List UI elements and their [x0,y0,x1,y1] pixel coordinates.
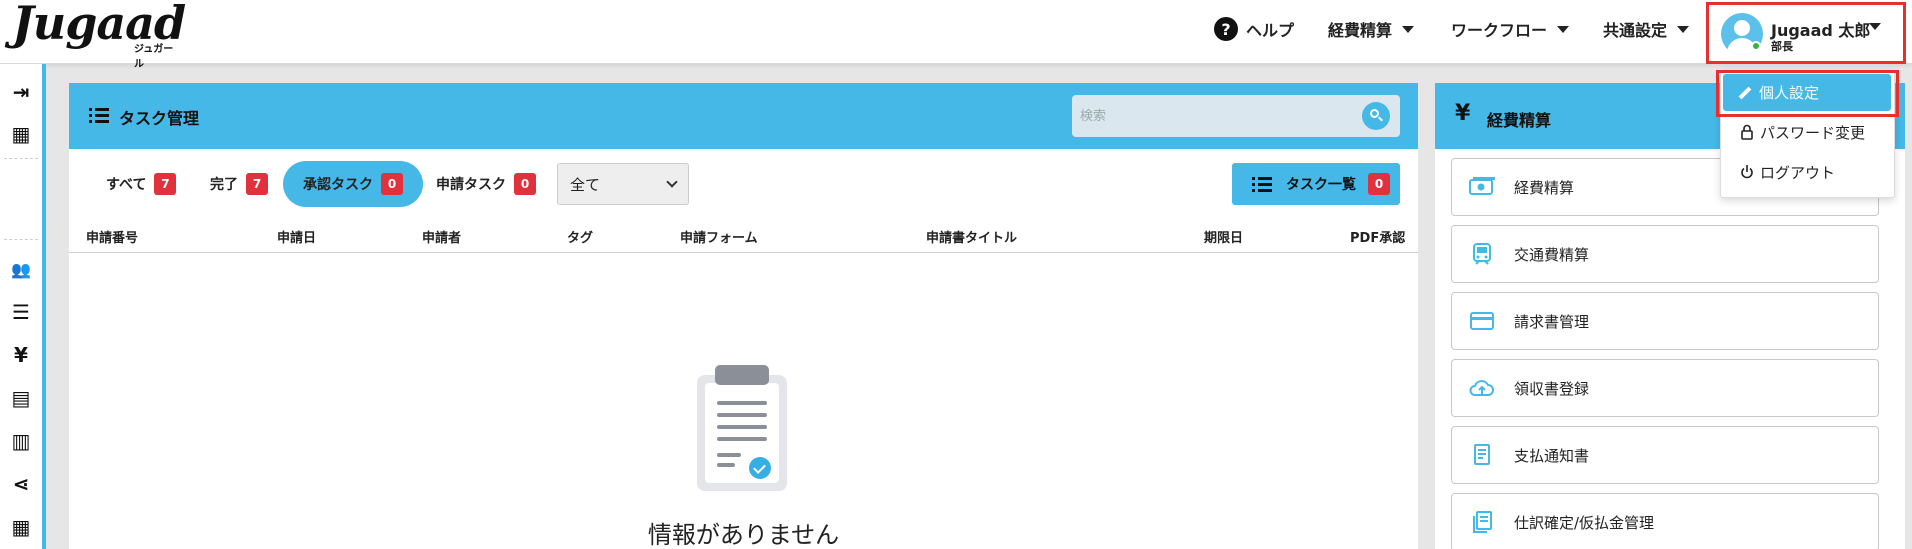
credit-card-icon [1468,309,1496,333]
receipt-icon[interactable]: ▤ [8,385,34,411]
filter-label: すべて [106,177,147,193]
user-role: 部長 [1771,40,1793,53]
count-badge: 0 [381,173,403,195]
menu-card-label: 交通費精算 [1514,245,1590,264]
empty-message: 情報がありません [647,521,840,549]
task-list-label: タスク一覧 [1286,177,1356,193]
menu-card-label: 経費精算 [1514,178,1575,197]
logo[interactable]: Jugaad ジュガール [12,0,186,70]
sidebar-divider [4,239,38,240]
menu-card-label: 領収書登録 [1514,379,1590,398]
help-label: ヘルプ [1246,21,1295,40]
column-header[interactable]: 申請者 [422,227,461,246]
caret-down-icon [1869,23,1881,30]
column-header[interactable]: 申請番号 [86,227,138,246]
menu-item-change-password[interactable]: パスワード変更 [1740,120,1865,144]
online-status-icon [1751,41,1761,51]
nav-expense-label: 経費精算 [1328,21,1393,40]
column-header[interactable]: PDF承認 [1350,227,1405,246]
filter-all[interactable]: すべて 7 [106,161,177,207]
search-button[interactable] [1362,102,1390,130]
search-input[interactable] [1080,101,1350,131]
count-badge: 0 [514,173,536,195]
select-value: 全て [570,175,601,194]
chevron-down-icon [666,176,678,188]
menu-item-label: ログアウト [1760,163,1836,182]
expense-panel-title: 経費精算 [1487,111,1552,130]
list-icon [89,107,109,123]
column-header[interactable]: 期限日 [1204,227,1243,246]
menu-card-receipt[interactable]: 領収書登録 [1451,359,1879,417]
menu-card-journal[interactable]: 仕訳確定/仮払金管理 [1451,493,1879,549]
menu-card-label: 仕訳確定/仮払金管理 [1514,513,1655,532]
menu-card-payment-notice[interactable]: 支払通知書 [1451,426,1879,484]
grid-icon[interactable]: ▦ [8,514,34,540]
cloud-upload-icon [1468,376,1496,400]
menu-card-label: 請求書管理 [1514,312,1590,331]
users-icon[interactable]: 👥 [8,256,34,282]
count-badge: 7 [246,173,268,195]
building-icon[interactable]: ▦ [8,121,34,147]
column-header[interactable]: 申請フォーム [680,227,758,246]
sidebar-accent-bar [42,64,46,549]
list-icon [1252,176,1272,192]
column-header[interactable]: タグ [567,227,593,246]
journal-icon [1468,510,1496,534]
nav-workflow[interactable]: ワークフロー [1451,0,1570,58]
nav-workflow-label: ワークフロー [1451,21,1548,40]
document-icon[interactable]: ▥ [8,428,34,454]
count-badge: 0 [1368,173,1390,195]
share-icon[interactable]: ⋖ [8,471,34,497]
notice-document-icon [1468,443,1496,467]
count-badge: 7 [154,173,177,195]
task-panel-header: タスク管理 [69,83,1418,149]
list-icon[interactable]: ☰ [8,299,34,325]
menu-card-label: 支払通知書 [1514,446,1590,465]
yen-icon: ¥ [1455,101,1471,126]
nav-common-settings-label: 共通設定 [1603,21,1668,40]
task-list-button[interactable]: タスク一覧 0 [1232,163,1400,205]
menu-item-label: パスワード変更 [1760,123,1866,142]
column-header[interactable]: 申請日 [277,227,316,246]
user-menu-toggle[interactable]: Jugaad 太郎 部長 [1706,2,1906,64]
task-panel-title: タスク管理 [119,109,200,128]
cash-icon [1468,175,1496,199]
empty-clipboard-icon [697,365,787,493]
filter-approval-tasks[interactable]: 承認タスク 0 [283,161,423,207]
menu-card-invoice[interactable]: 請求書管理 [1451,292,1879,350]
menu-item-logout[interactable]: ログアウト [1740,160,1835,184]
top-header: Jugaad ジュガール ? ヘルプ 経費精算 ワークフロー 共通設定 Juga… [0,0,1912,70]
category-select[interactable]: 全て [557,163,689,205]
help-link[interactable]: ? ヘルプ [1214,0,1294,58]
search-box [1072,95,1400,137]
caret-down-icon [1677,25,1690,33]
column-header[interactable]: 申請書タイトル [926,227,1017,246]
table-header: 申請番号 申請日 申請者 タグ 申請フォーム 申請書タイトル 期限日 PDF承認 [69,215,1418,253]
filter-label: 完了 [210,177,238,193]
filter-label: 承認タスク [303,177,373,193]
nav-common-settings[interactable]: 共通設定 [1603,0,1690,58]
yen-icon[interactable]: ¥ [8,342,34,368]
logo-subtext: ジュガール [134,44,174,70]
menu-card-transport[interactable]: 交通費精算 [1451,225,1879,283]
caret-down-icon [1402,25,1415,33]
train-icon [1468,242,1496,266]
help-icon: ? [1214,17,1238,41]
lock-icon [1741,124,1753,140]
nav-expense[interactable]: 経費精算 [1328,0,1415,58]
filter-label: 申請タスク [436,177,506,193]
caret-down-icon [1557,25,1570,33]
collapse-icon[interactable]: ⇥ [8,79,34,105]
task-panel: タスク管理 すべて 7 完了 7 承認タスク 0 申請タスク 0 全て [69,83,1418,549]
highlight-frame [1716,70,1899,117]
left-sidebar: ⇥ ▦ 👥 ☰ ¥ ▤ ▥ ⋖ ▦ [0,64,42,549]
filter-application-tasks[interactable]: 申請タスク 0 [436,161,536,207]
filter-completed[interactable]: 完了 7 [210,161,268,207]
power-icon [1741,165,1753,179]
sidebar-divider [4,158,38,159]
